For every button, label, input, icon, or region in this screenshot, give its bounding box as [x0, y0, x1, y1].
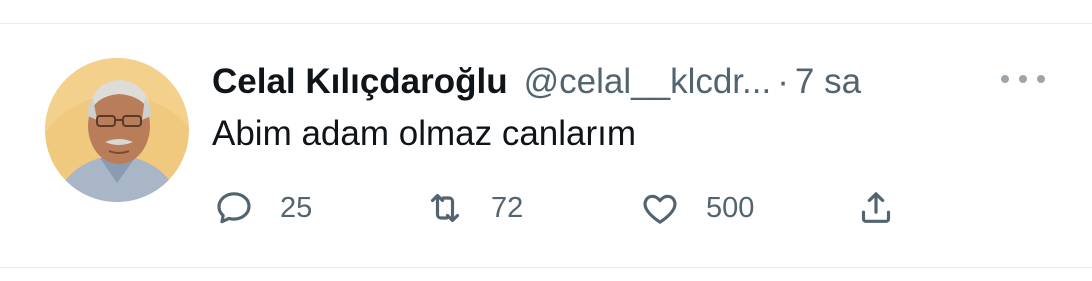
share-button[interactable]: [856, 184, 896, 232]
retweet-count: 72: [491, 191, 524, 224]
timestamp[interactable]: 7 sa: [795, 62, 861, 102]
reply-count: 25: [280, 191, 313, 224]
tweet-text: Abim adam olmaz canlarım: [212, 114, 637, 153]
like-button[interactable]: 500: [640, 184, 754, 232]
avatar[interactable]: [45, 58, 189, 202]
author-name[interactable]: Celal Kılıçdaroğlu: [212, 62, 508, 102]
tweet-header: Celal Kılıçdaroğlu @celal__klcdr... · 7 …: [212, 58, 861, 106]
reply-button[interactable]: 25: [214, 184, 312, 232]
more-dot: [1037, 75, 1045, 83]
heart-icon: [643, 194, 677, 224]
author-handle[interactable]: @celal__klcdr...: [524, 62, 772, 102]
tweet-actions: 25 72 500: [0, 184, 1092, 232]
reply-icon: [217, 192, 251, 224]
more-dot: [1001, 75, 1009, 83]
retweet-button[interactable]: 72: [425, 184, 523, 232]
more-options-icon[interactable]: [1001, 70, 1045, 88]
more-dot: [1019, 75, 1027, 83]
retweet-icon: [430, 193, 460, 223]
tweet[interactable]: Celal Kılıçdaroğlu @celal__klcdr... · 7 …: [0, 24, 1092, 267]
share-icon: [861, 192, 891, 223]
bottom-divider: [0, 267, 1092, 268]
avatar-photo: [45, 58, 189, 202]
separator-dot: ·: [777, 62, 789, 101]
like-count: 500: [706, 191, 755, 224]
